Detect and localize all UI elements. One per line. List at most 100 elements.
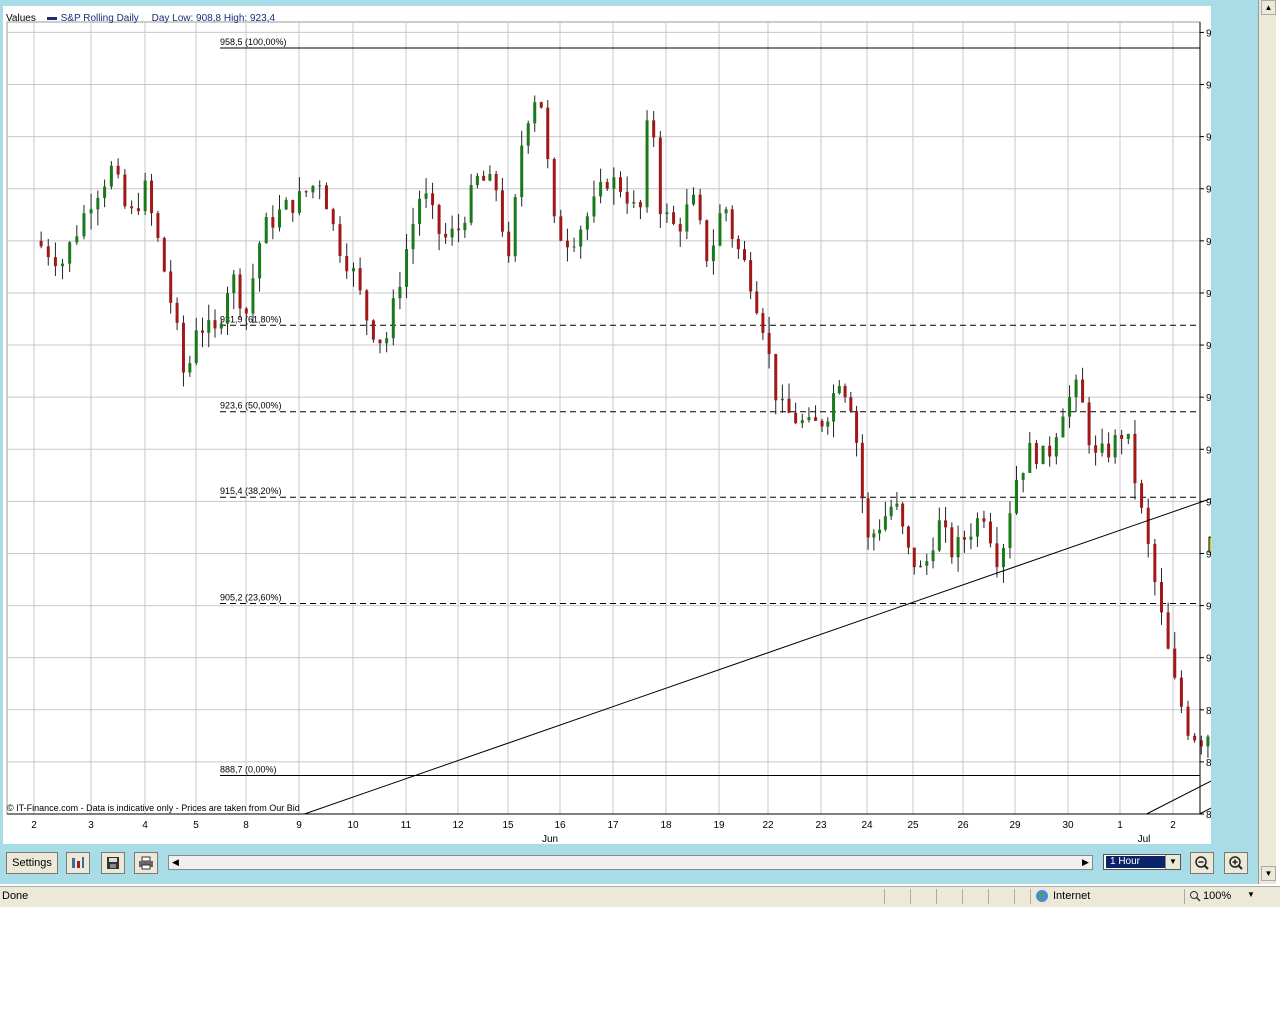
candle-body bbox=[837, 385, 841, 394]
save-button[interactable] bbox=[101, 852, 125, 874]
candle-body bbox=[358, 268, 362, 291]
candle-body bbox=[39, 240, 43, 247]
chevron-down-icon[interactable]: ▼ bbox=[1165, 855, 1180, 869]
candle-body bbox=[1094, 445, 1098, 453]
candle-body bbox=[136, 208, 140, 212]
vertical-scrollbar[interactable]: ▲ ▼ bbox=[1258, 0, 1276, 884]
candle-body bbox=[711, 245, 715, 262]
x-tick-label: 30 bbox=[1062, 820, 1074, 831]
zoom-in-button[interactable] bbox=[1224, 852, 1248, 874]
candle-body bbox=[1074, 379, 1078, 398]
y-tick-label: 960 bbox=[1206, 28, 1211, 39]
horizontal-scrollbar[interactable]: ◀ ▶ bbox=[168, 855, 1093, 870]
candle-body bbox=[982, 518, 986, 522]
candle-body bbox=[638, 202, 642, 208]
candle-body bbox=[1140, 483, 1144, 508]
candle-body bbox=[691, 194, 695, 205]
candle-body bbox=[232, 274, 236, 294]
candle-body bbox=[698, 194, 702, 221]
zoom-out-button[interactable] bbox=[1190, 852, 1214, 874]
fib-level-label: 888,7 (0,00%) bbox=[220, 764, 277, 774]
candle-body bbox=[807, 417, 811, 421]
printer-icon bbox=[139, 856, 153, 870]
fib-level-label: 958,5 (100,00%) bbox=[220, 37, 287, 47]
day-range-label: Day Low: 908,8 High: 923,4 bbox=[151, 13, 276, 24]
candle-body bbox=[1166, 612, 1170, 649]
candle-body bbox=[826, 421, 830, 427]
chart-toolbar: Settings ◀ ▶ 1 Hour ▼ bbox=[0, 848, 1258, 878]
candle-body bbox=[794, 412, 798, 424]
candle-body bbox=[592, 196, 596, 217]
candle-body bbox=[162, 238, 166, 272]
candle-body bbox=[625, 191, 629, 204]
candle-body bbox=[855, 411, 859, 443]
candle-body bbox=[318, 185, 322, 187]
candle-body bbox=[96, 197, 100, 210]
interval-select[interactable]: 1 Hour ▼ bbox=[1103, 854, 1181, 870]
scroll-down-icon[interactable]: ▼ bbox=[1261, 866, 1276, 881]
y-tick-label: 940 bbox=[1206, 237, 1211, 248]
status-pane bbox=[884, 889, 909, 904]
candle-body bbox=[860, 442, 864, 499]
zoom-text: 100% bbox=[1203, 890, 1232, 902]
candle-body bbox=[68, 242, 72, 264]
scroll-up-icon[interactable]: ▲ bbox=[1261, 0, 1276, 15]
fib-level-label: 931,9 (61,80%) bbox=[220, 314, 282, 324]
candle-body bbox=[906, 526, 910, 548]
watermark-text: © IT-Finance.com - Data is indicative on… bbox=[7, 803, 300, 813]
candle-body bbox=[53, 257, 57, 267]
settings-button[interactable]: Settings bbox=[6, 852, 58, 874]
candle-body bbox=[937, 520, 941, 551]
candle-body bbox=[437, 205, 441, 234]
x-tick-label: 2 bbox=[31, 820, 37, 831]
candle-body bbox=[520, 145, 524, 198]
chart-area[interactable]: 958,5 (100,00%) 931,9 (61,80%) 923,6 (50,0… bbox=[3, 6, 1211, 844]
chart-options-button[interactable] bbox=[66, 852, 90, 874]
candle-body bbox=[482, 175, 486, 181]
candle-body bbox=[123, 174, 127, 207]
x-tick-label: 24 bbox=[861, 820, 873, 831]
chevron-down-icon[interactable]: ▼ bbox=[1247, 890, 1255, 899]
candle-body bbox=[291, 200, 295, 213]
candle-body bbox=[1041, 445, 1045, 464]
y-tick-label: 950 bbox=[1206, 133, 1211, 144]
x-tick-label: 8 bbox=[243, 820, 249, 831]
candle-body bbox=[585, 216, 589, 230]
candle-body bbox=[398, 286, 402, 299]
x-tick-label: 2 bbox=[1170, 820, 1176, 831]
candle-body bbox=[1034, 443, 1038, 464]
candle-body bbox=[619, 177, 623, 192]
candle-body bbox=[956, 537, 960, 558]
candle-body bbox=[418, 198, 422, 224]
candle-body bbox=[975, 518, 979, 537]
candle-body bbox=[385, 338, 389, 344]
candle-body bbox=[194, 330, 198, 364]
candle-body bbox=[411, 223, 415, 250]
status-pane bbox=[910, 889, 935, 904]
candle-body bbox=[552, 159, 556, 217]
x-tick-label: 12 bbox=[452, 820, 464, 831]
candle-body bbox=[324, 185, 328, 210]
candle-body bbox=[424, 193, 428, 199]
candle-body bbox=[156, 213, 160, 239]
candle-body bbox=[1173, 648, 1177, 678]
price-chart[interactable]: 958,5 (100,00%) 931,9 (61,80%) 923,6 (50,0… bbox=[3, 6, 1211, 844]
candle-body bbox=[950, 527, 954, 558]
candle-body bbox=[1133, 433, 1137, 484]
scroll-right-icon[interactable]: ▶ bbox=[1079, 856, 1092, 869]
candle-body bbox=[787, 398, 791, 413]
y-tick-label: 920 bbox=[1206, 445, 1211, 456]
candle-body bbox=[1179, 677, 1183, 707]
candle-body bbox=[1193, 735, 1197, 741]
x-tick-label: 1 bbox=[1117, 820, 1123, 831]
candle-body bbox=[61, 263, 65, 267]
scroll-left-icon[interactable]: ◀ bbox=[169, 856, 182, 869]
candle-body bbox=[89, 209, 93, 214]
print-button[interactable] bbox=[134, 852, 158, 874]
candle-body bbox=[1068, 397, 1072, 417]
candle-body bbox=[1015, 479, 1019, 514]
candle-body bbox=[271, 217, 275, 228]
zoom-pane[interactable]: 100% ▼ bbox=[1184, 889, 1275, 904]
zone-pane: Internet bbox=[1030, 889, 1181, 904]
candle-body bbox=[612, 177, 616, 189]
